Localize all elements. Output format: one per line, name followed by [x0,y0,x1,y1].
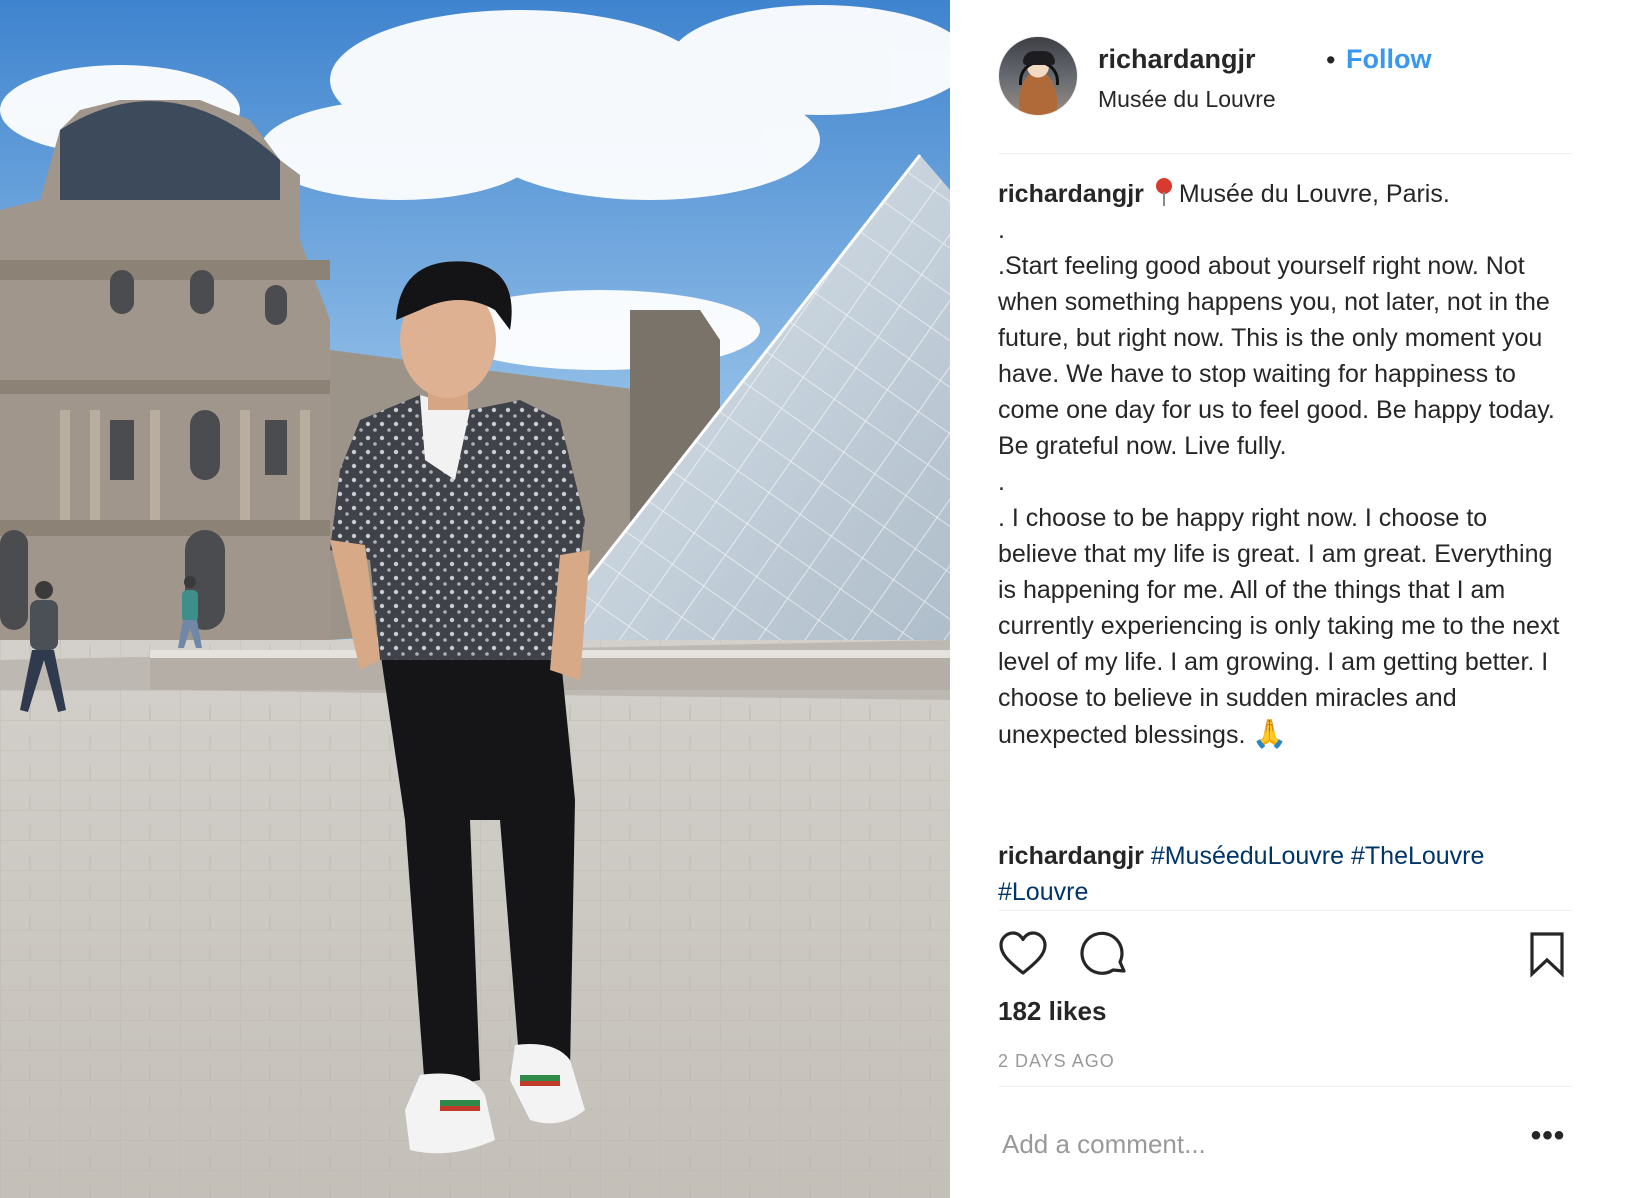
caption-paragraph: .Start feeling good about yourself right… [998,252,1555,460]
ellipsis-icon[interactable]: ••• [1530,1121,1566,1162]
hashtag-comment: richardangjr #MuséeduLouvre #TheLouvre #… [998,838,1572,910]
hashtag-link[interactable]: #MuséeduLouvre [1151,842,1344,870]
comment-divider [998,1086,1572,1087]
header-divider [998,153,1572,154]
hashtag-link[interactable]: #TheLouvre [1351,842,1484,870]
post-header: richardangjr • Follow Musée du Louvre [998,36,1572,116]
caption-dot: . [998,216,1005,244]
caption-paragraph: . I choose to be happy right now. I choo… [998,504,1560,749]
location-link[interactable]: Musée du Louvre [1098,86,1276,113]
folded-hands-emoji: 🙏 [1252,717,1288,750]
separator-dot: • [1326,45,1336,75]
hashtag-link[interactable]: #Louvre [998,878,1088,906]
round-pushpin-icon [1155,178,1173,206]
comment-input[interactable] [998,1122,1502,1166]
avatar[interactable] [998,36,1078,116]
username-link[interactable]: richardangjr [1098,44,1256,75]
caption-username[interactable]: richardangjr [998,180,1144,208]
post-photo[interactable] [0,0,950,1198]
comment-form: ••• [998,1108,1572,1178]
caption-dot: . [998,468,1005,496]
bookmark-icon[interactable] [1522,930,1572,980]
speech-bubble-icon[interactable] [1080,930,1130,980]
likes-count[interactable]: 182 likes [998,996,1106,1027]
post-actions [998,930,1572,980]
comment-username[interactable]: richardangjr [998,842,1144,870]
heart-icon[interactable] [998,930,1048,980]
hair-graphic [1023,51,1055,65]
actions-divider [998,910,1572,911]
post-details-panel: richardangjr • Follow Musée du Louvre ri… [950,0,1630,1198]
follow-button[interactable]: Follow [1346,44,1431,75]
post-caption: richardangjr Musée du Louvre, Paris. . .… [998,176,1572,753]
post-timestamp[interactable]: 2 DAYS AGO [998,1051,1115,1072]
caption-first-line: Musée du Louvre, Paris. [1178,180,1450,208]
